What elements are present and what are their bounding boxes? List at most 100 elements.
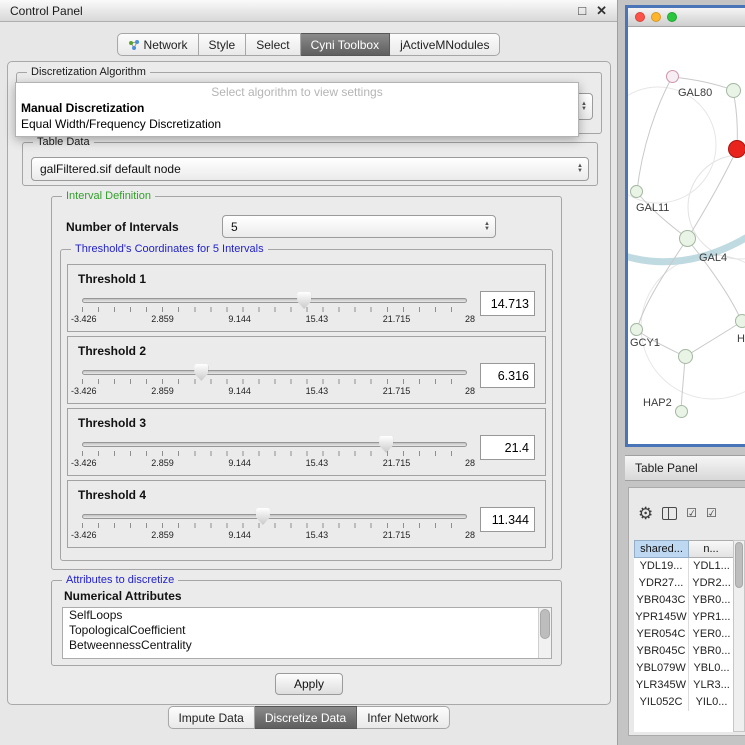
algorithm-option-equal-width-frequency[interactable]: Equal Width/Frequency Discretization (16, 116, 578, 132)
network-node[interactable] (630, 185, 643, 198)
slider-track[interactable] (82, 298, 467, 303)
attributes-to-discretize-group: Attributes to discretize Numerical Attri… (51, 580, 562, 666)
tab-label: Network (144, 38, 188, 52)
tab-network[interactable]: Network (117, 33, 199, 56)
node-label-gal11: GAL11 (636, 202, 669, 214)
columns-icon[interactable] (662, 507, 677, 520)
attribute-item-betweennesscentrality[interactable]: BetweennessCentrality (63, 638, 551, 653)
cell-name[interactable]: YLR3... (689, 677, 734, 694)
threshold-3-slider[interactable]: -3.426 2.859 9.144 15.43 21.715 28 (82, 436, 467, 472)
table-row[interactable]: YIL052C YIL0... (634, 694, 734, 711)
threshold-2-slider[interactable]: -3.426 2.859 9.144 15.43 21.715 28 (82, 364, 467, 400)
algorithm-option-manual-discretization[interactable]: Manual Discretization (16, 100, 578, 116)
close-window-icon[interactable]: ✕ (596, 3, 607, 19)
attribute-item-topologicalcoefficient[interactable]: TopologicalCoefficient (63, 623, 551, 638)
cell-name[interactable]: YBR0... (689, 643, 734, 660)
attributes-list-scrollbar-thumb[interactable] (540, 609, 550, 639)
tab-cyni-toolbox[interactable]: Cyni Toolbox (301, 33, 390, 56)
cell-shared-name[interactable]: YBR043C (634, 592, 689, 609)
table-row[interactable]: YBL079W YBL0... (634, 660, 734, 677)
number-of-intervals-combobox[interactable]: 5 ▲▼ (222, 215, 496, 238)
scale-label: 2.859 (151, 314, 174, 324)
network-node[interactable] (726, 83, 741, 98)
network-node[interactable] (678, 349, 693, 364)
tab-jactivemnodules[interactable]: jActiveMNodules (390, 33, 500, 56)
tab-select[interactable]: Select (246, 33, 300, 56)
cell-shared-name[interactable]: YDL19... (634, 558, 689, 575)
network-canvas[interactable]: GAL80 GAL11 GAL4 GCY1 HAP2 H (628, 27, 745, 444)
cell-shared-name[interactable]: YBL079W (634, 660, 689, 677)
table-data-combobox[interactable]: galFiltered.sif default node ▲▼ (31, 157, 589, 181)
threshold-3-value-field[interactable] (480, 435, 535, 460)
desktop: Control Panel □ ✕ Network Style Select (0, 0, 745, 745)
threshold-2-value-field[interactable] (480, 363, 535, 388)
table-row[interactable]: YLR345W YLR3... (634, 677, 734, 694)
cell-name[interactable]: YIL0... (689, 694, 734, 711)
tab-label: Discretize Data (265, 711, 346, 725)
close-traffic-light-icon[interactable] (635, 12, 645, 22)
slider-track[interactable] (82, 370, 467, 375)
table-row[interactable]: YER054C YER0... (634, 626, 734, 643)
table-row[interactable]: YDL19... YDL1... (634, 558, 734, 575)
threshold-1-value-field[interactable] (480, 291, 535, 316)
scale-label: 15.43 (306, 458, 329, 468)
network-window-titlebar[interactable] (628, 8, 745, 27)
tab-style[interactable]: Style (199, 33, 247, 56)
threshold-4-slider[interactable]: -3.426 2.859 9.144 15.43 21.715 28 (82, 508, 467, 544)
window-title: Control Panel (10, 4, 578, 18)
cell-shared-name[interactable]: YER054C (634, 626, 689, 643)
algorithm-dropdown-popup: Select algorithm to view settings Manual… (15, 82, 579, 137)
cell-name[interactable]: YDL1... (689, 558, 734, 575)
threshold-4-group: Threshold 4 -3.426 2.859 9.144 15.43 21.… (67, 480, 546, 548)
scale-label: 9.144 (228, 386, 251, 396)
tab-infer-network[interactable]: Infer Network (357, 706, 449, 729)
cell-shared-name[interactable]: YPR145W (634, 609, 689, 626)
table-toolbar: ⚙ ☑ ☑ (629, 488, 745, 538)
control-panel-titlebar[interactable]: Control Panel □ ✕ (0, 0, 617, 22)
network-node[interactable] (630, 323, 643, 336)
column-header-name[interactable]: n... (689, 540, 734, 558)
table-scrollbar[interactable] (733, 540, 745, 732)
tab-label: Style (209, 38, 236, 52)
cell-shared-name[interactable]: YLR345W (634, 677, 689, 694)
cell-shared-name[interactable]: YBR045C (634, 643, 689, 660)
table-row[interactable]: YPR145W YPR1... (634, 609, 734, 626)
cell-name[interactable]: YDR2... (689, 575, 734, 592)
threshold-4-value-field[interactable] (480, 507, 535, 532)
table-row[interactable]: YBR043C YBR0... (634, 592, 734, 609)
float-window-icon[interactable]: □ (578, 3, 586, 19)
network-node[interactable] (735, 314, 745, 328)
slider-track[interactable] (82, 442, 467, 447)
cell-shared-name[interactable]: YIL052C (634, 694, 689, 711)
select-all-checkbox-icon[interactable]: ☑ (706, 506, 717, 520)
tab-discretize-data[interactable]: Discretize Data (255, 706, 357, 729)
zoom-traffic-light-icon[interactable] (667, 12, 677, 22)
cell-name[interactable]: YER0... (689, 626, 734, 643)
scale-label: 21.715 (383, 386, 411, 396)
apply-button[interactable]: Apply (275, 673, 343, 695)
cell-shared-name[interactable]: YDR27... (634, 575, 689, 592)
minimize-traffic-light-icon[interactable] (651, 12, 661, 22)
number-of-intervals-value: 5 (223, 220, 479, 234)
table-row[interactable]: YDR27... YDR2... (634, 575, 734, 592)
table-scrollbar-thumb[interactable] (735, 542, 743, 588)
attribute-item-selfloops[interactable]: SelfLoops (63, 608, 551, 623)
tab-impute-data[interactable]: Impute Data (167, 706, 254, 729)
select-checkbox-icon[interactable]: ☑ (686, 506, 697, 520)
network-node[interactable] (675, 405, 688, 418)
table-row[interactable]: YBR045C YBR0... (634, 643, 734, 660)
cell-name[interactable]: YBL0... (689, 660, 734, 677)
column-header-shared-name[interactable]: shared... (634, 540, 689, 558)
attributes-list-scrollbar[interactable] (538, 608, 551, 658)
threshold-3-label: Threshold 3 (78, 416, 146, 430)
network-node[interactable] (679, 230, 696, 247)
network-node-selected[interactable] (728, 140, 745, 158)
slider-track[interactable] (82, 514, 467, 519)
cell-name[interactable]: YPR1... (689, 609, 734, 626)
network-node[interactable] (666, 70, 679, 83)
cell-name[interactable]: YBR0... (689, 592, 734, 609)
gear-icon[interactable]: ⚙ (638, 505, 653, 522)
scale-label: 9.144 (228, 314, 251, 324)
threshold-1-slider[interactable]: -3.426 2.859 9.144 15.43 21.715 28 (82, 292, 467, 328)
scale-label: 15.43 (306, 530, 329, 540)
